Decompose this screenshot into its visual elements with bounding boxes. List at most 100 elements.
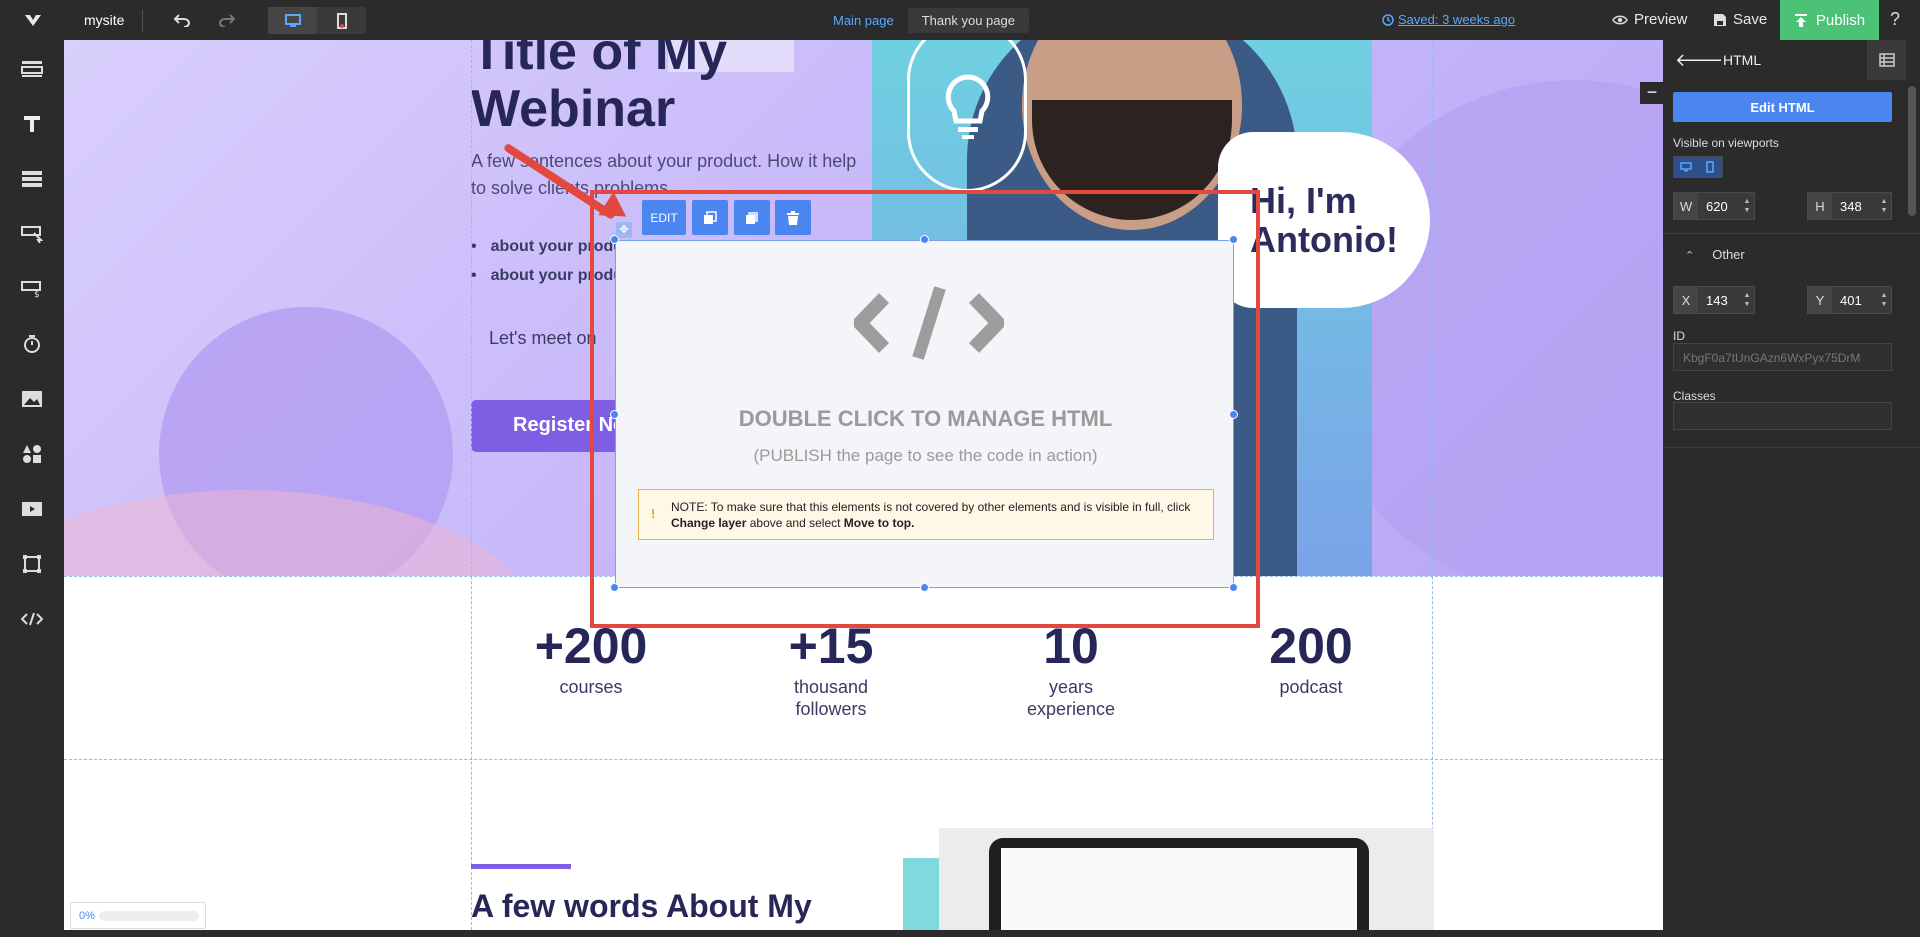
rows-icon[interactable]	[12, 159, 52, 199]
section-icon[interactable]	[12, 49, 52, 89]
note-bold-change-layer: Change layer	[671, 516, 747, 530]
visibility-toggles	[1673, 156, 1723, 178]
x-field[interactable]: X 143 ▲ ▼	[1673, 286, 1755, 314]
bubble-text: Hi, I'm Antonio!	[1250, 180, 1398, 260]
stat-followers[interactable]: +15 thousand followers	[731, 618, 931, 720]
eye-icon	[1612, 15, 1628, 24]
guide-line	[64, 759, 1663, 760]
shape-icon[interactable]	[12, 544, 52, 584]
id-field[interactable]: KbgF0a7tUnGAzn6WxPyx75DrM	[1673, 343, 1892, 371]
width-value[interactable]: 620	[1698, 199, 1740, 214]
resize-handle[interactable]	[920, 583, 929, 592]
icons-icon[interactable]	[12, 434, 52, 474]
stat-podcast[interactable]: 200 podcast	[1211, 618, 1411, 698]
stepper-icon[interactable]: ▲ ▼	[1740, 291, 1754, 309]
trash-icon[interactable]	[775, 200, 811, 235]
resize-handle[interactable]	[1229, 410, 1238, 419]
x-key: X	[1674, 287, 1698, 313]
resize-handle[interactable]	[1229, 235, 1238, 244]
meet-text[interactable]: Let's meet on	[489, 328, 597, 349]
desktop-view-icon[interactable]	[268, 7, 317, 34]
stepper-icon[interactable]: ▲ ▼	[1877, 291, 1891, 309]
desktop-visible-icon[interactable]	[1674, 157, 1698, 177]
about-title[interactable]: A few words About My	[471, 888, 812, 925]
y-value[interactable]: 401	[1832, 293, 1877, 308]
guide-line	[1432, 40, 1433, 930]
html-widget[interactable]: DOUBLE CLICK TO MANAGE HTML (PUBLISH the…	[615, 240, 1234, 588]
hero-title-line1: Title of My	[471, 40, 728, 81]
back-arrow-icon[interactable]: 🡐	[1675, 50, 1723, 71]
save-label: Save	[1733, 11, 1768, 28]
image-icon[interactable]	[12, 379, 52, 419]
properties-panel: 🡐 HTML Edit HTML Visible on viewports W …	[1663, 40, 1920, 937]
warning-icon: !	[651, 506, 656, 521]
note-mid: above and select	[749, 516, 841, 530]
site-name[interactable]: mysite	[84, 12, 124, 28]
button-icon[interactable]	[12, 214, 52, 254]
stat-label: courses	[559, 677, 623, 697]
note-bold-move-top: Move to top.	[843, 516, 915, 530]
save-button[interactable]: Save	[1713, 11, 1767, 28]
y-field[interactable]: Y 401 ▲ ▼	[1807, 286, 1892, 314]
resize-handle[interactable]	[610, 410, 619, 419]
classes-field[interactable]	[1673, 402, 1892, 430]
divider	[1663, 233, 1920, 234]
stepper-icon[interactable]: ▲ ▼	[1877, 197, 1891, 215]
resize-handle[interactable]	[920, 235, 929, 244]
form-icon[interactable]: $	[12, 269, 52, 309]
video-icon[interactable]	[12, 489, 52, 529]
top-bar: mysite Main page Thank you page Saved: 3…	[0, 0, 1920, 40]
double-click-hint: DOUBLE CLICK TO MANAGE HTML	[738, 406, 1113, 431]
duplicate-icon[interactable]	[692, 200, 728, 235]
stepper-icon[interactable]: ▲ ▼	[1740, 197, 1754, 215]
preview-label: Preview	[1634, 11, 1688, 28]
resize-handle[interactable]	[610, 583, 619, 592]
move-handle-icon[interactable]: ✥	[616, 222, 632, 238]
stat-courses[interactable]: +200 courses	[491, 618, 691, 698]
html-icon[interactable]	[12, 599, 52, 639]
height-field[interactable]: H 348 ▲ ▼	[1807, 192, 1892, 220]
id-label: ID	[1673, 329, 1685, 343]
divider	[142, 10, 143, 32]
page-tabs: Main page Thank you page	[819, 8, 1029, 33]
redo-icon[interactable]	[213, 8, 241, 32]
upload-icon	[1794, 13, 1807, 27]
width-field[interactable]: W 620 ▲ ▼	[1673, 192, 1755, 220]
text-icon[interactable]	[12, 104, 52, 144]
mobile-view-icon[interactable]	[317, 7, 366, 34]
timer-icon[interactable]	[12, 324, 52, 364]
logo-icon[interactable]	[23, 12, 43, 28]
save-icon	[1714, 13, 1726, 26]
edit-html-button[interactable]: Edit HTML	[1673, 92, 1892, 122]
mobile-visible-icon[interactable]	[1698, 157, 1722, 177]
edit-widget-button[interactable]: EDIT	[642, 200, 686, 235]
resize-handle[interactable]	[610, 235, 619, 244]
page-canvas[interactable]: Hi, I'm Antonio! Title of My Webinar A f…	[64, 40, 1663, 930]
height-value[interactable]: 348	[1832, 199, 1877, 214]
change-layer-icon[interactable]	[734, 200, 770, 235]
layers-icon[interactable]	[1867, 40, 1906, 80]
undo-icon[interactable]	[168, 8, 196, 32]
stat-experience[interactable]: 10 years experience	[971, 618, 1171, 720]
hero-title-line2: Webinar	[471, 80, 676, 138]
panel-scrollbar[interactable]	[1908, 86, 1916, 216]
preview-button[interactable]: Preview	[1612, 11, 1687, 28]
resize-handle[interactable]	[1229, 583, 1238, 592]
stat-label: thousand followers	[793, 677, 869, 719]
saved-status-link[interactable]: Saved: 3 weeks ago	[1382, 12, 1515, 27]
laptop-image[interactable]	[939, 828, 1434, 930]
x-value[interactable]: 143	[1698, 293, 1740, 308]
decorative-block	[903, 858, 943, 930]
tab-thank-you-page[interactable]: Thank you page	[908, 8, 1029, 33]
history-icon	[1382, 13, 1394, 26]
width-key: W	[1674, 193, 1698, 219]
tab-main-page[interactable]: Main page	[819, 8, 908, 33]
stat-label: years experience	[1026, 677, 1116, 719]
about-accent-bar	[471, 864, 571, 869]
collapse-panel-icon[interactable]: −	[1640, 82, 1664, 104]
decorative-blob	[64, 490, 544, 576]
help-icon[interactable]: ?	[1890, 9, 1900, 30]
other-section-toggle[interactable]: ⌃ Other	[1685, 247, 1745, 262]
y-key: Y	[1808, 287, 1832, 313]
publish-button[interactable]: Publish	[1780, 0, 1879, 40]
